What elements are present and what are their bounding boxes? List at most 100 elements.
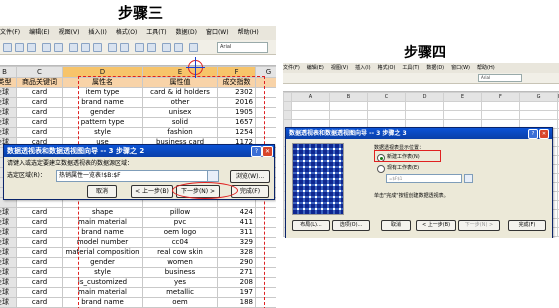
formula-bar[interactable] xyxy=(0,55,276,66)
column-header[interactable]: D xyxy=(405,92,444,102)
cell[interactable]: card xyxy=(16,277,63,288)
close-icon[interactable]: ✕ xyxy=(539,129,549,139)
paste-icon[interactable] xyxy=(93,43,102,52)
header-cell[interactable]: 商品关键词 xyxy=(16,77,63,88)
cell[interactable] xyxy=(329,101,368,111)
menu-item[interactable]: 窗口(W) xyxy=(206,29,229,36)
column-header[interactable]: E xyxy=(443,92,482,102)
cell[interactable] xyxy=(443,101,482,111)
cell[interactable] xyxy=(443,110,482,120)
help-icon[interactable]: ? xyxy=(528,129,538,139)
browse-button[interactable]: 浏览(W)... xyxy=(230,170,270,183)
cell[interactable]: 全球 xyxy=(0,217,17,228)
cell[interactable]: card xyxy=(16,297,63,308)
finish-button[interactable]: 完成(F) xyxy=(508,220,546,231)
cell[interactable]: 全球 xyxy=(0,107,17,118)
copy-icon[interactable] xyxy=(81,43,90,52)
menu-item[interactable]: 格式(O) xyxy=(116,29,137,36)
menu-item[interactable]: 数据(D) xyxy=(176,29,197,36)
menu-item[interactable]: 视图(V) xyxy=(59,29,80,36)
cell[interactable] xyxy=(367,101,406,111)
font-selector[interactable]: Arial xyxy=(478,74,522,82)
cell[interactable]: 全球 xyxy=(0,277,17,288)
cell[interactable] xyxy=(519,101,558,111)
cell[interactable]: card xyxy=(16,287,63,298)
menu-item[interactable]: 文件(F) xyxy=(0,29,20,36)
menu-item[interactable]: 编辑(E) xyxy=(29,29,49,36)
cell[interactable]: card xyxy=(16,227,63,238)
cell[interactable] xyxy=(291,101,330,111)
sort-icon[interactable] xyxy=(135,43,144,52)
options-button[interactable]: 选项(O)... xyxy=(332,220,370,231)
cell[interactable]: card xyxy=(16,107,63,118)
cell[interactable] xyxy=(481,101,520,111)
print-icon[interactable] xyxy=(42,43,51,52)
cell[interactable]: card xyxy=(16,247,63,258)
cut-icon[interactable] xyxy=(69,43,78,52)
draw-icon[interactable] xyxy=(162,43,171,52)
menu-item[interactable]: 帮助(H) xyxy=(238,29,259,36)
cell[interactable]: card xyxy=(16,127,63,138)
new-icon[interactable] xyxy=(3,43,12,52)
cell[interactable]: 全球 xyxy=(0,267,17,278)
save-icon[interactable] xyxy=(27,43,36,52)
menu-item[interactable]: 文件(F) xyxy=(283,65,300,71)
cell[interactable]: card xyxy=(16,207,63,218)
column-header[interactable]: C xyxy=(367,92,406,102)
cell[interactable]: 全球 xyxy=(0,87,17,98)
cell[interactable]: 全球 xyxy=(0,207,17,218)
font-selector[interactable]: Arial xyxy=(217,42,268,53)
cell[interactable] xyxy=(405,101,444,111)
formula-bar[interactable] xyxy=(283,84,559,92)
cell[interactable] xyxy=(291,110,330,120)
column-header[interactable]: B xyxy=(0,66,17,78)
row-header[interactable] xyxy=(283,110,292,120)
cell[interactable]: 全球 xyxy=(0,237,17,248)
chart-icon[interactable] xyxy=(147,43,156,52)
cell[interactable]: 全球 xyxy=(0,127,17,138)
help-icon[interactable]: ? xyxy=(251,146,262,157)
column-header[interactable]: C xyxy=(16,66,63,78)
column-header[interactable]: F xyxy=(481,92,520,102)
back-button[interactable]: < 上一步(B) xyxy=(131,185,173,198)
menu-item[interactable]: 插入(I) xyxy=(88,29,106,36)
cell[interactable]: card xyxy=(16,117,63,128)
menu-item[interactable]: 数据(D) xyxy=(426,65,444,71)
cell[interactable] xyxy=(481,110,520,120)
column-header[interactable]: B xyxy=(329,92,368,102)
sum-icon[interactable] xyxy=(120,43,129,52)
column-header[interactable]: A xyxy=(291,92,330,102)
cell[interactable]: 全球 xyxy=(0,247,17,258)
header-cell[interactable]: 类型 xyxy=(0,77,17,88)
menu-item[interactable]: 窗口(W) xyxy=(451,65,470,71)
menu-item[interactable]: 工具(T) xyxy=(146,29,166,36)
next-button[interactable]: 下一步(N) > xyxy=(458,220,500,231)
preview-icon[interactable] xyxy=(54,43,63,52)
back-button[interactable]: < 上一步(B) xyxy=(416,220,456,231)
cell[interactable]: card xyxy=(16,257,63,268)
collapse-dialog-icon[interactable] xyxy=(464,174,473,183)
cancel-button[interactable]: 取消 xyxy=(381,220,411,231)
cell[interactable] xyxy=(367,110,406,120)
cell[interactable]: card xyxy=(16,97,63,108)
cell[interactable]: 全球 xyxy=(0,97,17,108)
collapse-dialog-icon[interactable] xyxy=(207,170,219,182)
zoom-icon[interactable] xyxy=(174,43,183,52)
row-header[interactable] xyxy=(283,101,292,111)
range-input[interactable]: 热销属性一览表!$B:$F xyxy=(56,170,208,182)
menu-item[interactable]: 工具(T) xyxy=(402,65,419,71)
column-header[interactable]: G xyxy=(519,92,558,102)
menu-item[interactable]: 编辑(E) xyxy=(307,65,324,71)
help-icon[interactable] xyxy=(189,43,198,52)
cell[interactable]: card xyxy=(16,237,63,248)
cell[interactable]: 全球 xyxy=(0,257,17,268)
cell[interactable]: 全球 xyxy=(0,117,17,128)
cell[interactable]: 全球 xyxy=(0,297,17,308)
menu-item[interactable]: 帮助(H) xyxy=(477,65,495,71)
menu-item[interactable]: 视图(V) xyxy=(331,65,348,71)
menu-item[interactable]: 插入(I) xyxy=(355,65,370,71)
cell[interactable]: card xyxy=(16,87,63,98)
undo-icon[interactable] xyxy=(108,43,117,52)
cell[interactable]: 全球 xyxy=(0,287,17,298)
menu-item[interactable]: 格式(O) xyxy=(378,65,396,71)
